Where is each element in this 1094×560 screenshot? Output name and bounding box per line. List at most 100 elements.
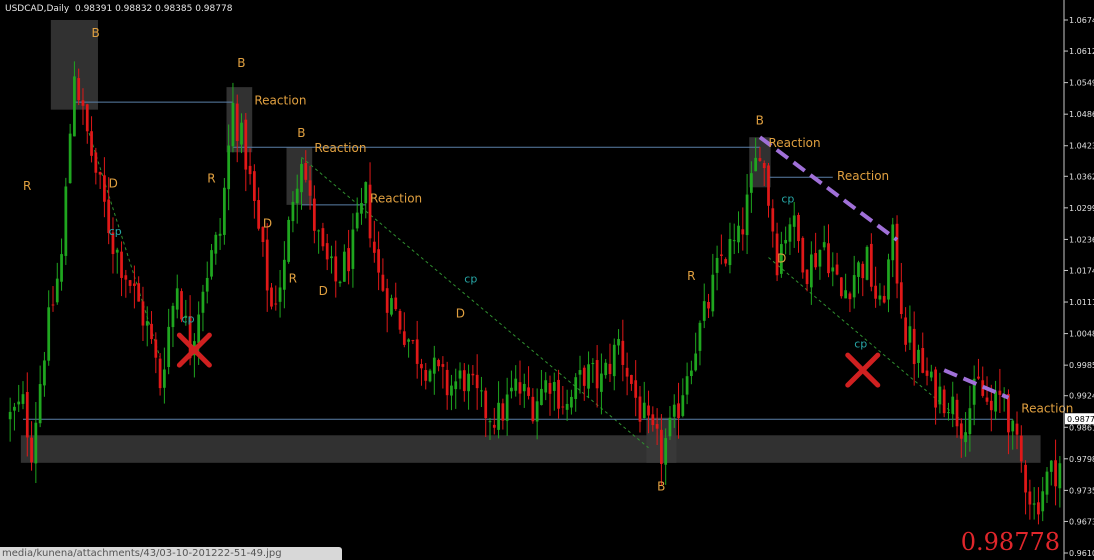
candle-body: [34, 422, 38, 464]
annotation-label: R: [289, 271, 297, 285]
candle-body: [454, 381, 458, 390]
candle-body: [227, 145, 231, 190]
candle-body: [325, 243, 329, 260]
candle-body: [839, 277, 843, 297]
candle-body: [231, 102, 235, 147]
candle-body: [788, 224, 792, 242]
annotation-label: R: [687, 269, 695, 283]
candle-body: [154, 339, 158, 358]
candle-body: [518, 382, 522, 394]
candle-body: [381, 274, 385, 291]
candle-body: [90, 131, 93, 156]
candle-body: [557, 379, 560, 409]
candle-body: [21, 394, 25, 404]
y-tick-label: 1.0612: [1069, 47, 1094, 56]
zone-rect: [286, 147, 313, 205]
candle-body: [420, 364, 423, 369]
candle-body: [818, 249, 822, 267]
candle-body: [552, 382, 556, 391]
candle-body: [377, 249, 380, 273]
candle-body: [908, 326, 912, 343]
candle-body: [925, 370, 929, 376]
candle-body: [968, 408, 972, 435]
candle-body: [904, 317, 907, 345]
candle-body: [38, 384, 42, 424]
last-price-label: 0.9877: [1067, 415, 1094, 424]
symbol-label: USDCAD,Daily: [5, 4, 70, 14]
candle-body: [621, 340, 625, 365]
candle-body: [480, 390, 483, 392]
candle-body: [625, 367, 629, 377]
y-tick-label: 1.0048: [1069, 330, 1094, 339]
y-tick-label: 0.9924: [1069, 392, 1094, 401]
candle-body: [664, 438, 668, 465]
y-tick-label: 1.0236: [1069, 235, 1094, 244]
candle-body: [630, 374, 633, 384]
cp-label: cp: [109, 225, 122, 238]
candle-body: [647, 405, 650, 416]
candle-body: [1019, 435, 1023, 462]
candle-body: [197, 314, 201, 343]
annotation-label: Reaction: [370, 191, 422, 205]
candle-body: [1007, 394, 1010, 433]
candle-body: [458, 370, 462, 379]
candle-body: [295, 188, 299, 204]
candle-body: [634, 380, 638, 398]
candle-body: [544, 380, 548, 393]
y-tick-label: 0.9610: [1069, 549, 1094, 558]
candle-body: [364, 182, 368, 204]
cp-label: cp: [464, 272, 477, 285]
candle-body: [342, 251, 346, 282]
candle-body: [141, 301, 145, 326]
candle-body: [574, 377, 578, 400]
candle-body: [120, 251, 123, 278]
candle-body: [595, 360, 599, 389]
candle-body: [145, 321, 149, 326]
candle-body: [282, 259, 286, 290]
annotation-label: D: [263, 216, 272, 230]
zones-layer: [20, 20, 1041, 463]
candle-body: [767, 165, 770, 206]
candle-body: [514, 378, 518, 391]
y-tick-label: 0.9673: [1069, 517, 1094, 526]
candle-body: [707, 301, 710, 309]
candle-body: [351, 229, 355, 269]
candle-body: [715, 257, 719, 273]
candle-body: [998, 390, 1002, 395]
candle-body: [604, 362, 608, 376]
y-tick-label: 0.9798: [1069, 455, 1094, 464]
candle-body: [167, 326, 171, 368]
candle-body: [13, 406, 16, 411]
candle-body: [1045, 471, 1049, 495]
candle-body: [137, 283, 141, 302]
candle-body: [711, 274, 715, 312]
candle-body: [407, 339, 410, 342]
candle-body: [702, 301, 706, 321]
candle-body: [951, 396, 955, 414]
candle-body: [317, 230, 321, 232]
candle-body: [94, 152, 98, 173]
candle-body: [1032, 503, 1036, 505]
candle-body: [882, 296, 886, 303]
candle-body: [128, 280, 132, 286]
candle-body: [244, 119, 248, 170]
y-tick-label: 1.0549: [1069, 79, 1094, 88]
candle-body: [505, 394, 509, 421]
candle-body: [929, 371, 933, 378]
annotation-label: Reaction: [837, 169, 889, 183]
chart-header: USDCAD,Daily 0.98391 0.98832 0.98385 0.9…: [5, 4, 232, 14]
candle-body: [467, 373, 470, 392]
candle-body: [720, 254, 723, 256]
candle-body: [642, 402, 646, 419]
candle-body: [690, 370, 693, 377]
candle-body: [210, 250, 213, 277]
candle-body: [591, 363, 595, 365]
candle-body: [612, 344, 616, 377]
candle-body: [989, 400, 993, 411]
candle-body: [561, 406, 565, 408]
candle-body: [797, 214, 800, 242]
candle-body: [150, 323, 153, 340]
annotation-label: Reaction: [314, 141, 366, 155]
cp-label: cp: [854, 338, 867, 351]
candle-body: [985, 397, 989, 402]
